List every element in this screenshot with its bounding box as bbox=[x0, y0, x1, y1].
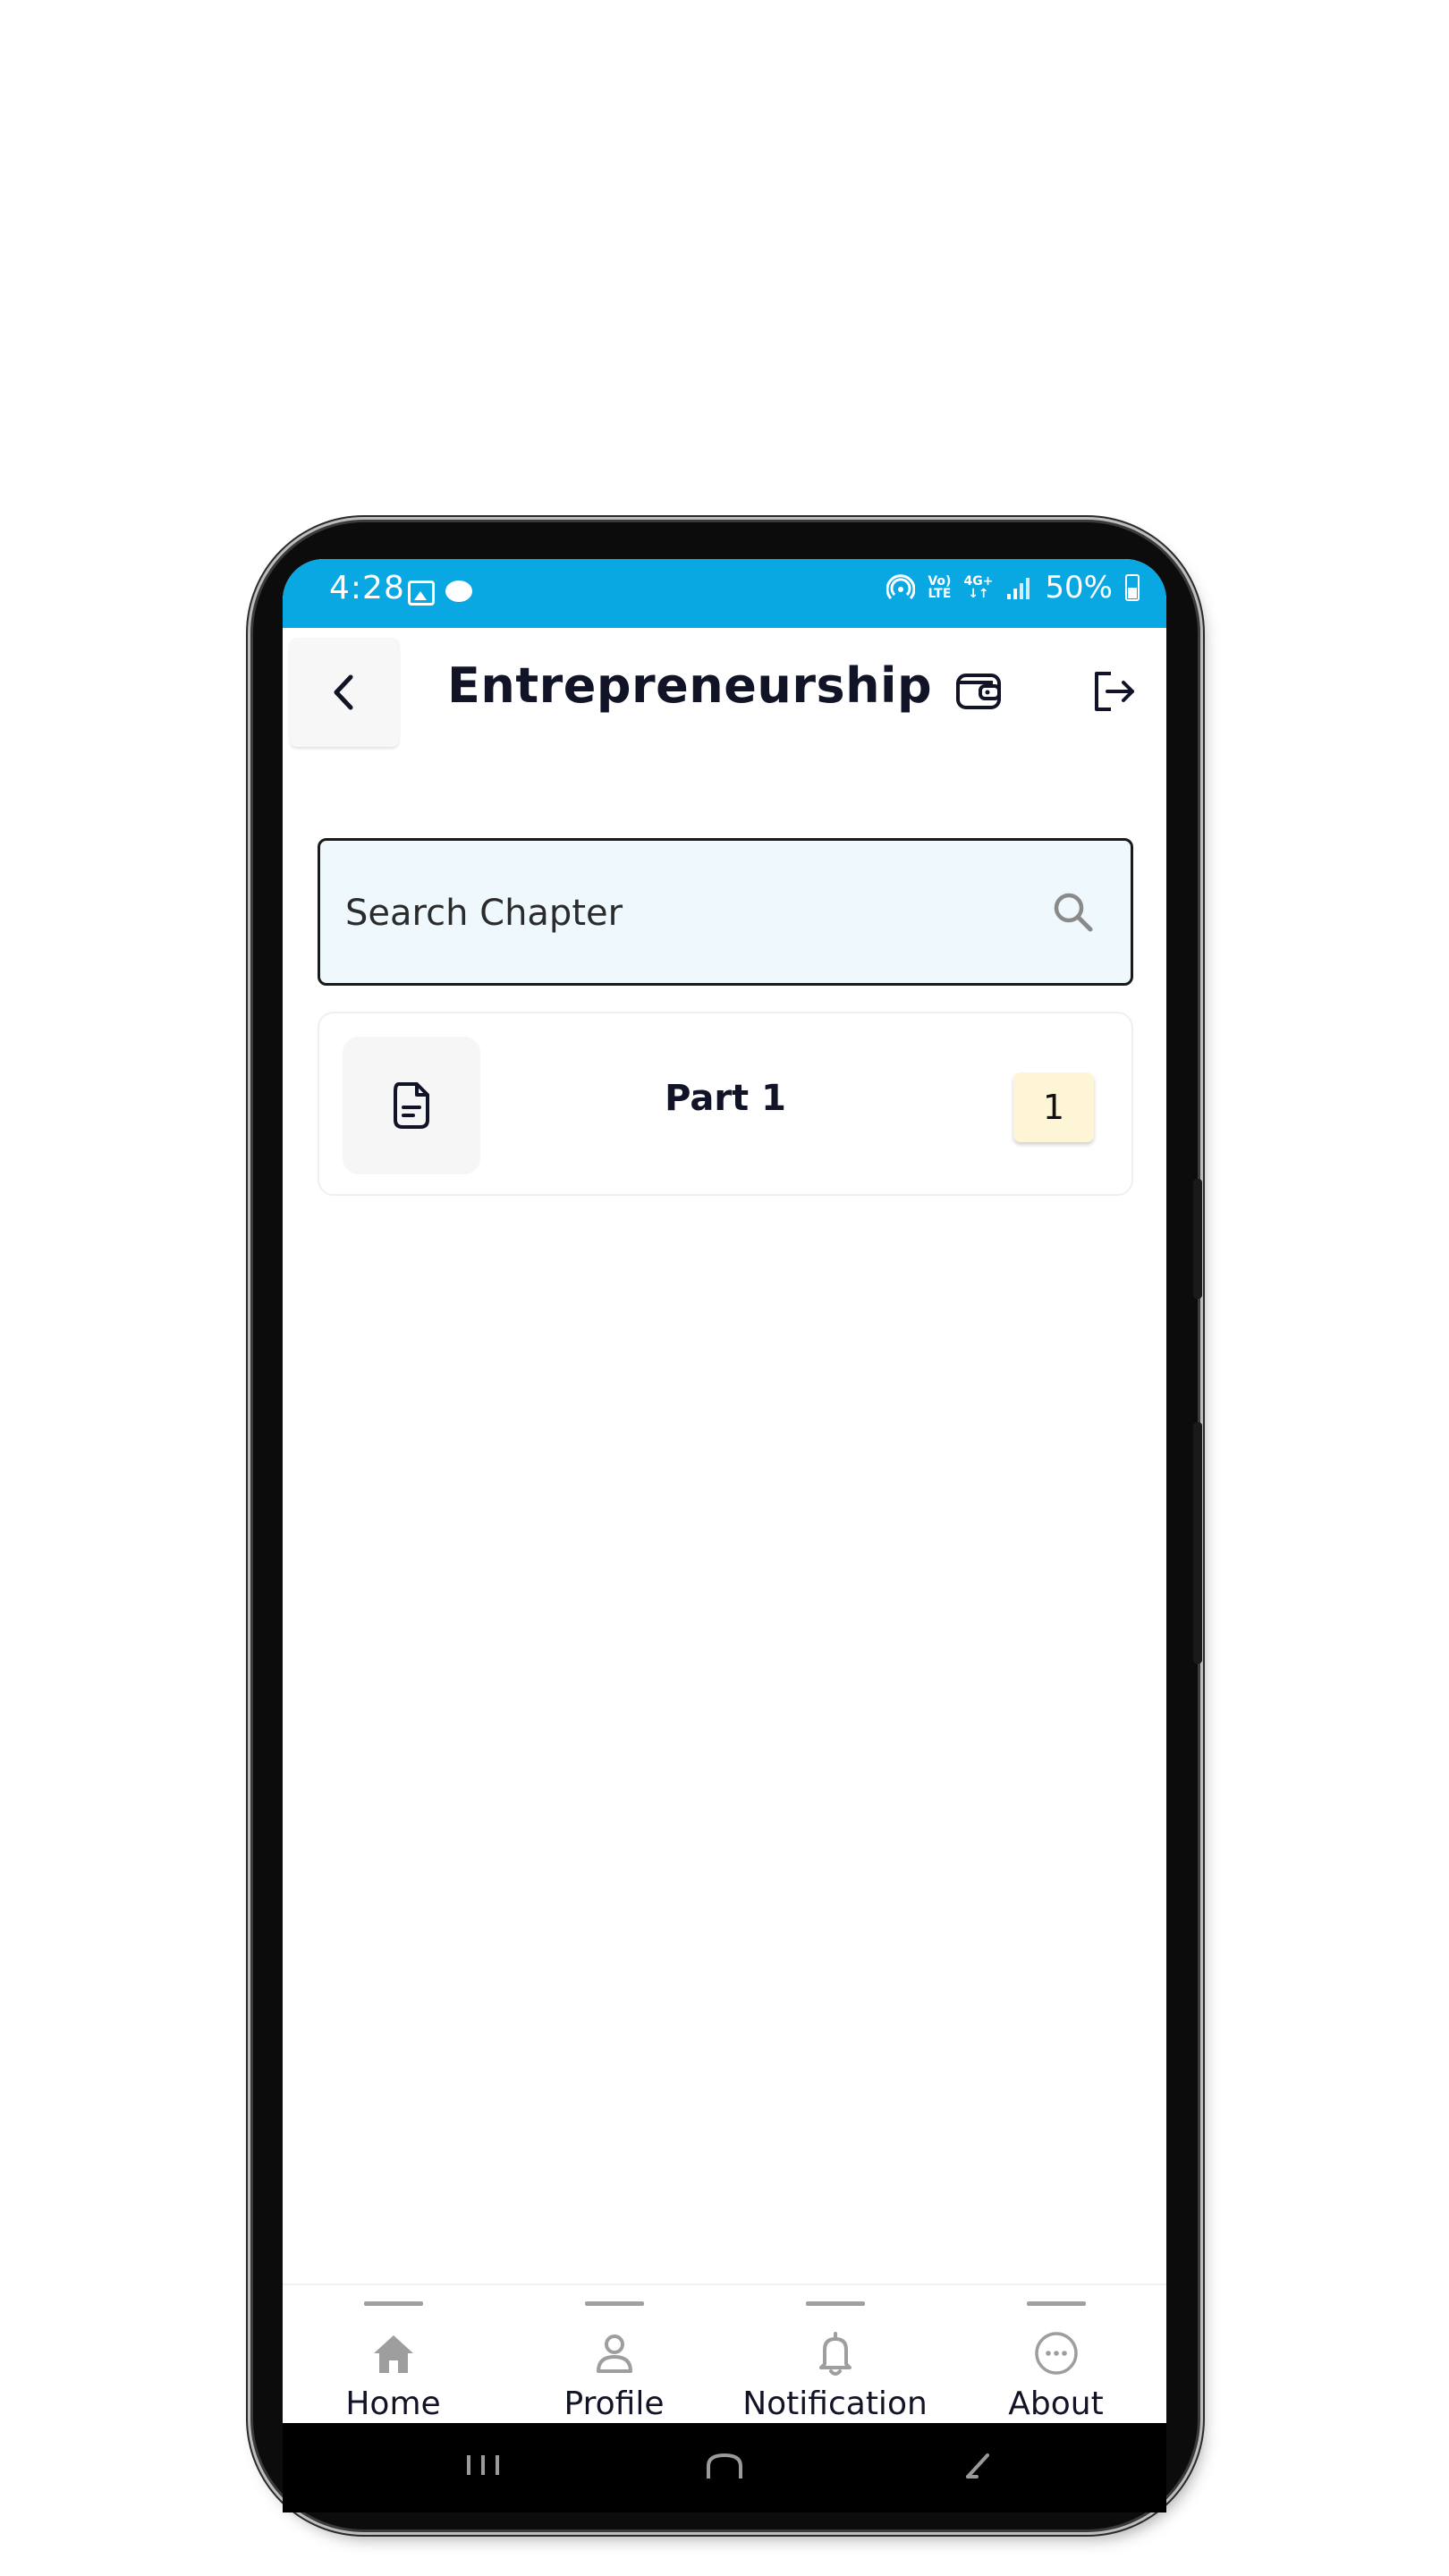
recents-icon[interactable] bbox=[463, 2452, 503, 2479]
hotspot-icon bbox=[886, 574, 916, 600]
nav-indicator bbox=[1026, 2301, 1086, 2306]
power-button bbox=[1193, 1422, 1202, 1664]
search-input[interactable] bbox=[343, 841, 1045, 985]
back-button[interactable] bbox=[290, 638, 399, 747]
user-icon bbox=[596, 2334, 632, 2373]
status-time: 4:28 bbox=[329, 570, 405, 606]
volume-button bbox=[1193, 1179, 1202, 1299]
search-icon bbox=[1054, 893, 1093, 932]
volte-top: Vo) bbox=[928, 574, 952, 589]
bell-icon bbox=[818, 2332, 852, 2376]
nav-about[interactable]: About bbox=[945, 2285, 1166, 2423]
android-nav-bar bbox=[283, 2423, 1166, 2512]
battery-icon bbox=[1125, 574, 1140, 601]
status-bar: 4:28 Vo) LTE 4G+ ↓↑ 50% bbox=[283, 559, 1166, 628]
nav-home[interactable]: Home bbox=[283, 2285, 504, 2423]
nav-indicator bbox=[805, 2301, 865, 2306]
chat-icon bbox=[445, 580, 472, 602]
logout-icon bbox=[1095, 672, 1134, 711]
nav-profile[interactable]: Profile bbox=[504, 2285, 724, 2423]
logout-button[interactable] bbox=[1086, 665, 1140, 718]
volte-bottom: LTE bbox=[928, 587, 952, 601]
more-circle-icon bbox=[1034, 2332, 1078, 2375]
back-nav-icon[interactable] bbox=[961, 2452, 993, 2482]
network-gen-indicator: 4G+ ↓↑ bbox=[963, 575, 993, 600]
chapter-item[interactable]: Part 1 1 bbox=[318, 1012, 1133, 1196]
status-indicators: Vo) LTE 4G+ ↓↑ 50% bbox=[886, 570, 1140, 606]
nav-label-about: About bbox=[1008, 2385, 1104, 2422]
net-gen-bottom: ↓↑ bbox=[968, 587, 989, 601]
phone-screen: 4:28 Vo) LTE 4G+ ↓↑ 50% Entrepreneurship… bbox=[283, 559, 1166, 2423]
gallery-icon bbox=[408, 580, 435, 606]
nav-label-notification: Notification bbox=[742, 2385, 928, 2422]
net-gen-top: 4G+ bbox=[963, 574, 994, 589]
wallet-icon bbox=[956, 674, 1001, 709]
battery-percent: 50% bbox=[1045, 570, 1113, 606]
bottom-nav: Home Profile Notification About bbox=[283, 2284, 1166, 2423]
wallet-button[interactable] bbox=[952, 665, 1005, 718]
home-icon bbox=[373, 2335, 413, 2373]
search-button[interactable] bbox=[1048, 887, 1098, 937]
chapter-title: Part 1 bbox=[665, 1078, 786, 1119]
nav-label-profile: Profile bbox=[564, 2385, 665, 2422]
chapter-count-badge: 1 bbox=[1013, 1072, 1094, 1142]
nav-indicator bbox=[584, 2301, 644, 2306]
home-nav-icon[interactable] bbox=[703, 2450, 746, 2482]
nav-notification[interactable]: Notification bbox=[724, 2285, 945, 2423]
chevron-left-icon bbox=[334, 674, 353, 710]
volte-indicator: Vo) LTE bbox=[928, 575, 951, 600]
nav-label-home: Home bbox=[345, 2385, 441, 2422]
signal-icon bbox=[1007, 578, 1030, 599]
page-title: Entrepreneurship bbox=[447, 657, 933, 714]
nav-indicator bbox=[363, 2301, 423, 2306]
search-box bbox=[318, 838, 1133, 986]
